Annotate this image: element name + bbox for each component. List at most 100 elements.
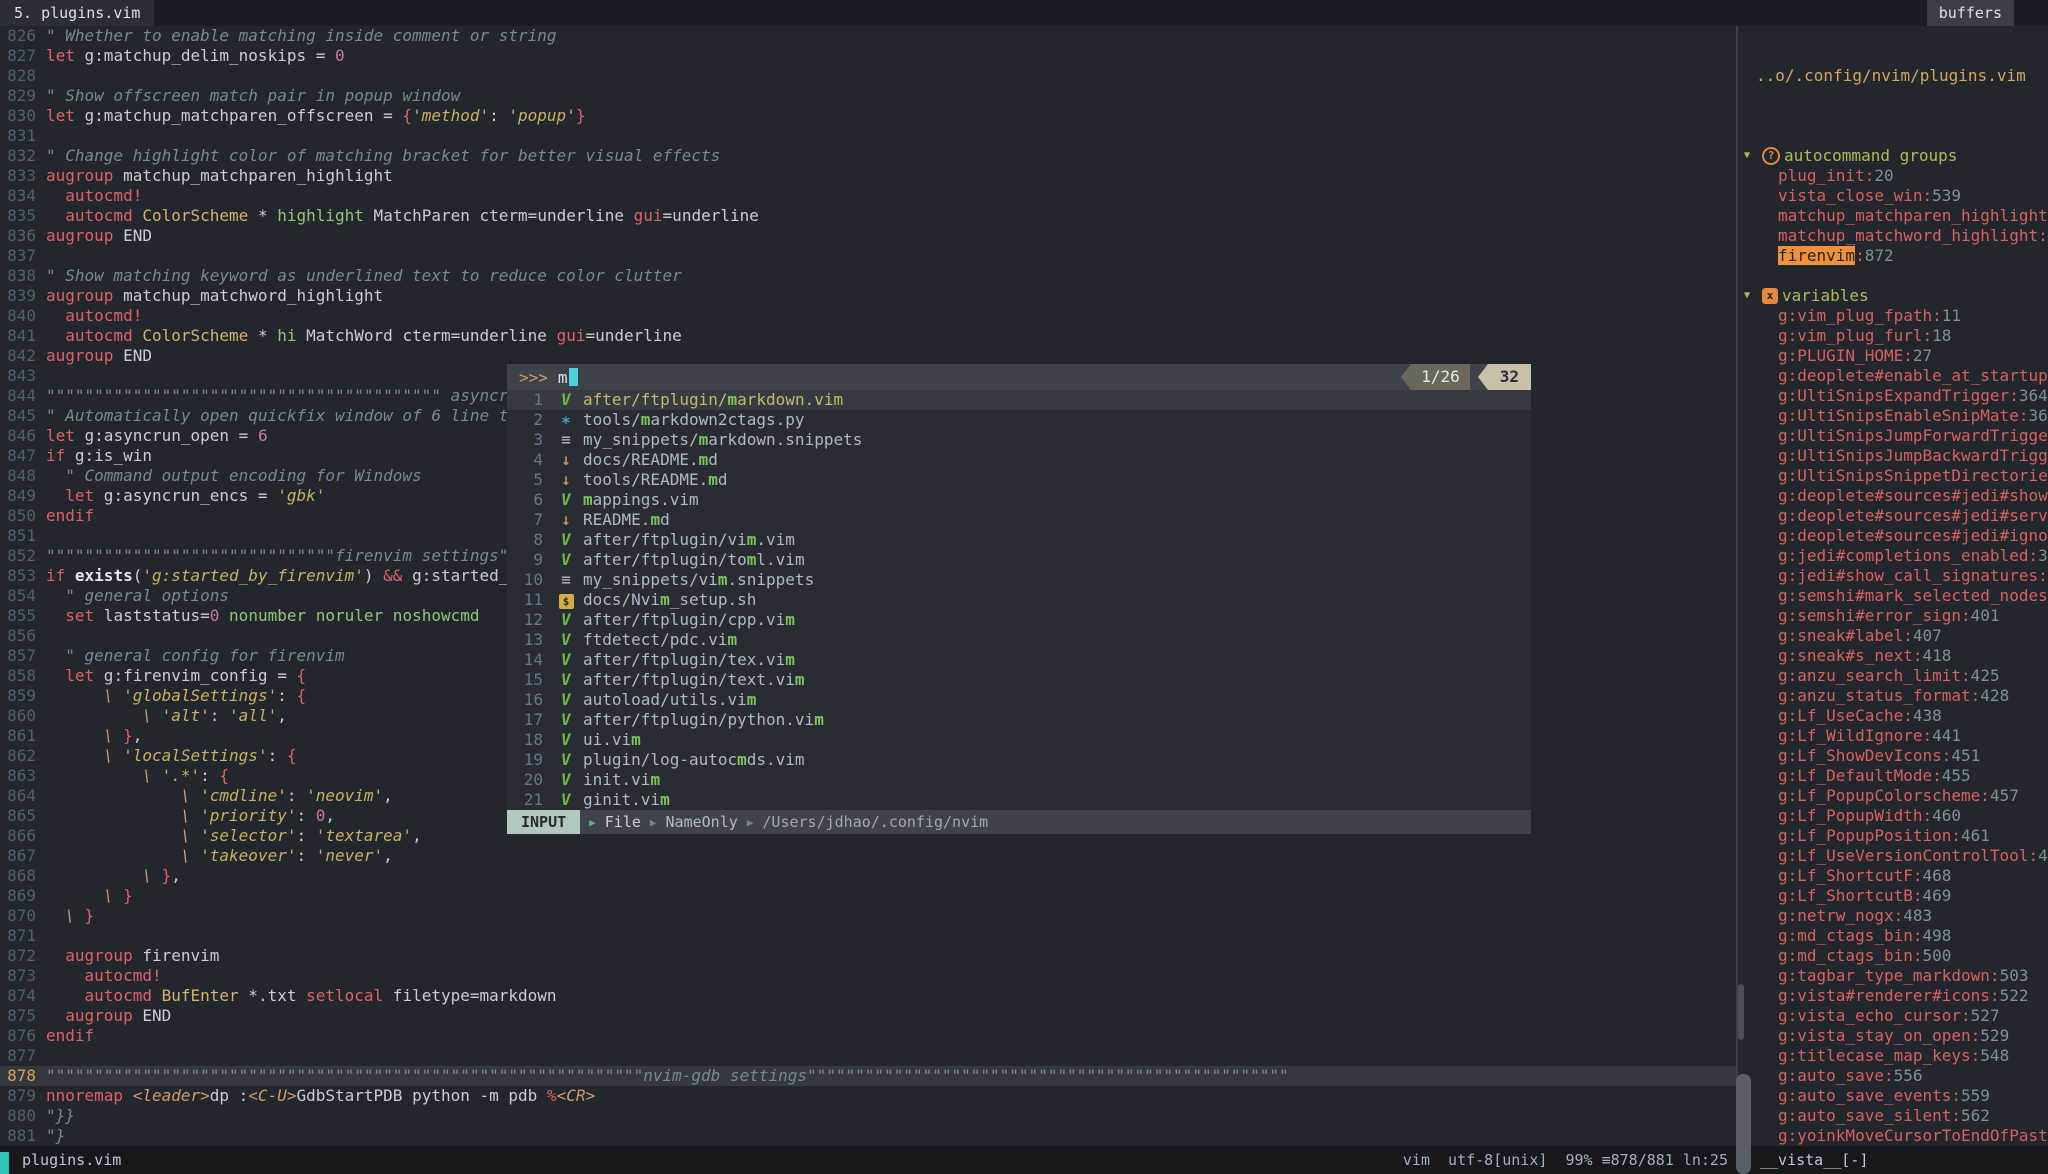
file-list-item[interactable]: 11$docs/Nvim_setup.sh (507, 590, 1531, 610)
code-line[interactable]: 829" Show offscreen match pair in popup … (0, 86, 1736, 106)
code-line[interactable]: 881"} (0, 1126, 1736, 1146)
file-list-item[interactable]: 6Vmappings.vim (507, 490, 1531, 510)
vista-tag-item[interactable]: g:md_ctags_bin:500 (1738, 946, 2048, 966)
code-line[interactable]: 869 \ } (0, 886, 1736, 906)
vista-group-header[interactable]: ▼xvariables (1738, 286, 2048, 306)
vista-tag-item[interactable]: g:deoplete#enable_at_startup (1738, 366, 2048, 386)
code-line[interactable]: 831 (0, 126, 1736, 146)
file-list-item[interactable]: 5↓tools/README.md (507, 470, 1531, 490)
file-list-item[interactable]: 7↓README.md (507, 510, 1531, 530)
vista-scrollbar-track[interactable] (1738, 984, 1744, 1040)
search-query[interactable]: m (558, 368, 568, 387)
vista-tag-item[interactable]: g:anzu_status_format:428 (1738, 686, 2048, 706)
code-line[interactable]: 836augroup END (0, 226, 1736, 246)
file-list-item[interactable]: 16Vautoload/utils.vim (507, 690, 1531, 710)
file-list-item[interactable]: 3≡my_snippets/markdown.snippets (507, 430, 1531, 450)
vista-tag-item[interactable]: g:sneak#s_next:418 (1738, 646, 2048, 666)
code-line[interactable]: 826" Whether to enable matching inside c… (0, 26, 1736, 46)
vista-tag-item[interactable]: g:deoplete#sources#jedi#igno (1738, 526, 2048, 546)
code-line[interactable]: 880"}} (0, 1106, 1736, 1126)
code-line[interactable]: 868 \ }, (0, 866, 1736, 886)
vista-tag-item[interactable]: g:vista_stay_on_open:529 (1738, 1026, 2048, 1046)
vista-tag-item[interactable]: g:titlecase_map_keys:548 (1738, 1046, 2048, 1066)
code-line[interactable]: 828 (0, 66, 1736, 86)
file-list-item[interactable]: 12Vafter/ftplugin/cpp.vim (507, 610, 1531, 630)
vista-tag-item[interactable]: g:Lf_UseCache:438 (1738, 706, 2048, 726)
code-line[interactable]: 871 (0, 926, 1736, 946)
vista-tag-item[interactable]: g:Lf_DefaultMode:455 (1738, 766, 2048, 786)
vista-tag-item[interactable]: g:UltiSnipsJumpBackwardTrigg (1738, 446, 2048, 466)
vista-tag-item[interactable]: g:Lf_ShortcutB:469 (1738, 886, 2048, 906)
vista-tag-item[interactable]: matchup_matchparen_highlight (1738, 206, 2048, 226)
code-line[interactable]: 879nnoremap <leader>dp :<C-U>GdbStartPDB… (0, 1086, 1736, 1106)
vista-tag-item[interactable]: g:auto_save_silent:562 (1738, 1106, 2048, 1126)
file-list-item[interactable]: 18Vui.vim (507, 730, 1531, 750)
code-line[interactable]: 840 autocmd! (0, 306, 1736, 326)
vista-tag-item[interactable]: g:vista_echo_cursor:527 (1738, 1006, 2048, 1026)
file-list-item[interactable]: 19Vplugin/log-autocmds.vim (507, 750, 1531, 770)
vista-tag-item[interactable]: g:Lf_UseVersionControlTool:4 (1738, 846, 2048, 866)
vista-tag-item[interactable]: g:md_ctags_bin:498 (1738, 926, 2048, 946)
vista-tag-item[interactable]: g:UltiSnipsExpandTrigger:364 (1738, 386, 2048, 406)
file-list-item[interactable]: 9Vafter/ftplugin/toml.vim (507, 550, 1531, 570)
vista-tag-item[interactable]: g:vista#renderer#icons:522 (1738, 986, 2048, 1006)
vista-scrollbar-thumb[interactable] (1736, 1074, 1751, 1174)
code-line[interactable]: 842augroup END (0, 346, 1736, 366)
file-list-item[interactable]: 13Vftdetect/pdc.vim (507, 630, 1531, 650)
code-line[interactable]: 838" Show matching keyword as underlined… (0, 266, 1736, 286)
file-list-item[interactable]: 1Vafter/ftplugin/markdown.vim (507, 390, 1531, 410)
file-list-item[interactable]: 14Vafter/ftplugin/tex.vim (507, 650, 1531, 670)
code-line[interactable]: 835 autocmd ColorScheme * highlight Matc… (0, 206, 1736, 226)
vista-group-header[interactable]: ▼?autocommand groups (1738, 146, 2048, 166)
code-line[interactable]: 876endif (0, 1026, 1736, 1046)
vista-tag-item[interactable]: g:semshi#mark_selected_nodes (1738, 586, 2048, 606)
vista-tag-item[interactable]: g:deoplete#sources#jedi#serv (1738, 506, 2048, 526)
code-line[interactable]: 867 \ 'takeover': 'never', (0, 846, 1736, 866)
file-list-item[interactable]: 2∗tools/markdown2ctags.py (507, 410, 1531, 430)
tab-active-buffer[interactable]: 5. plugins.vim (0, 0, 154, 26)
code-line[interactable]: 870 \ } (0, 906, 1736, 926)
code-line[interactable]: 839augroup matchup_matchword_highlight (0, 286, 1736, 306)
file-list-item[interactable]: 17Vafter/ftplugin/python.vim (507, 710, 1531, 730)
file-list-item[interactable]: 8Vafter/ftplugin/vim.vim (507, 530, 1531, 550)
vista-tag-item[interactable]: g:tagbar_type_markdown:503 (1738, 966, 2048, 986)
file-list-item[interactable]: 21Vginit.vim (507, 790, 1531, 810)
code-line[interactable]: 837 (0, 246, 1736, 266)
vista-tag-item[interactable]: g:auto_save_events:559 (1738, 1086, 2048, 1106)
tab-buffers[interactable]: buffers (1927, 0, 2014, 26)
vista-tag-item[interactable]: g:UltiSnipsJumpForwardTrigge (1738, 426, 2048, 446)
file-list-item[interactable]: 10≡my_snippets/vim.snippets (507, 570, 1531, 590)
vista-tag-item[interactable]: g:Lf_WildIgnore:441 (1738, 726, 2048, 746)
code-line[interactable]: 830let g:matchup_matchparen_offscreen = … (0, 106, 1736, 126)
code-line[interactable]: 833augroup matchup_matchparen_highlight (0, 166, 1736, 186)
code-line[interactable]: 874 autocmd BufEnter *.txt setlocal file… (0, 986, 1736, 1006)
leaderf-prompt[interactable]: >>> m 1/26 32 (507, 364, 1531, 390)
vista-tag-item[interactable]: g:Lf_PopupColorscheme:457 (1738, 786, 2048, 806)
file-list-item[interactable]: 4↓docs/README.md (507, 450, 1531, 470)
vista-tag-item[interactable]: matchup_matchword_highlight: (1738, 226, 2048, 246)
vista-tag-item[interactable]: g:Lf_PopupPosition:461 (1738, 826, 2048, 846)
code-line[interactable]: 832" Change highlight color of matching … (0, 146, 1736, 166)
code-line[interactable]: 872 augroup firenvim (0, 946, 1736, 966)
collapse-triangle-icon[interactable]: ▼ (1744, 146, 1762, 166)
file-list-item[interactable]: 20Vinit.vim (507, 770, 1531, 790)
vista-tag-item[interactable]: g:auto_save:556 (1738, 1066, 2048, 1086)
collapse-triangle-icon[interactable]: ▼ (1744, 286, 1762, 306)
vista-tag-item[interactable]: g:vim_plug_furl:18 (1738, 326, 2048, 346)
vista-tag-item[interactable]: g:anzu_search_limit:425 (1738, 666, 2048, 686)
code-line[interactable]: 878"""""""""""""""""""""""""""""""""""""… (0, 1066, 1736, 1086)
vista-tag-item[interactable]: g:jedi#show_call_signatures: (1738, 566, 2048, 586)
vista-tag-item[interactable]: g:vim_plug_fpath:11 (1738, 306, 2048, 326)
code-line[interactable]: 841 autocmd ColorScheme * hi MatchWord c… (0, 326, 1736, 346)
file-list-item[interactable]: 15Vafter/ftplugin/text.vim (507, 670, 1531, 690)
code-line[interactable]: 827let g:matchup_delim_noskips = 0 (0, 46, 1736, 66)
vista-tag-item[interactable]: g:UltiSnipsEnableSnipMate:36 (1738, 406, 2048, 426)
vista-tag-item[interactable]: g:Lf_ShowDevIcons:451 (1738, 746, 2048, 766)
vista-tag-item[interactable]: g:PLUGIN_HOME:27 (1738, 346, 2048, 366)
vista-tag-item[interactable]: g:jedi#completions_enabled:3 (1738, 546, 2048, 566)
code-line[interactable]: 877 (0, 1046, 1736, 1066)
vista-tag-item[interactable]: g:yoinkMoveCursorToEndOfPast (1738, 1126, 2048, 1146)
vista-tag-item[interactable]: vista_close_win:539 (1738, 186, 2048, 206)
code-line[interactable]: 873 autocmd! (0, 966, 1736, 986)
vista-tag-item[interactable]: g:sneak#label:407 (1738, 626, 2048, 646)
